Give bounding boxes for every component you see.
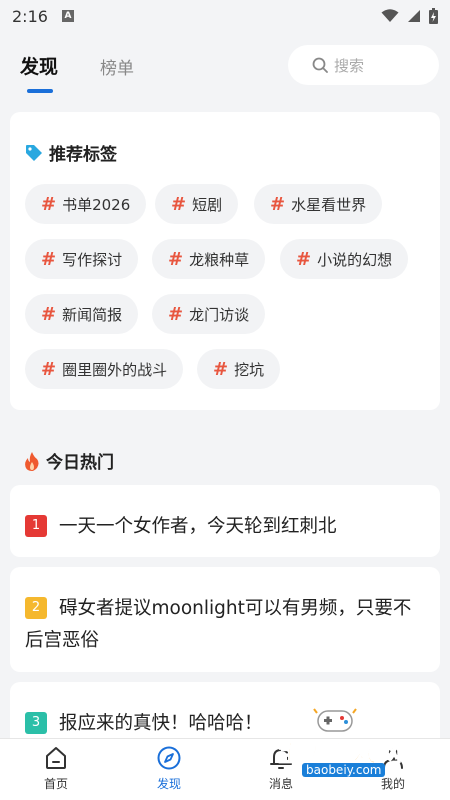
hash-icon: # xyxy=(168,248,184,270)
battery-icon xyxy=(429,8,438,24)
hot-item-text: 一天一个女作者，今天轮到红刺北 xyxy=(59,516,337,537)
tags-section-title: 推荐标签 xyxy=(25,140,117,165)
hash-icon: # xyxy=(41,248,57,270)
hot-title-text: 今日热门 xyxy=(46,453,114,473)
hash-icon: # xyxy=(171,193,187,215)
status-notification-icon: A xyxy=(61,10,74,22)
search-icon xyxy=(312,57,328,73)
hash-icon: # xyxy=(270,193,286,215)
active-tab-indicator xyxy=(27,89,53,93)
status-time: 2:16 xyxy=(12,6,48,26)
nav-messages[interactable]: 消息 xyxy=(241,739,321,800)
tag-chip[interactable]: # 新闻简报 xyxy=(25,294,139,334)
user-icon xyxy=(383,748,403,769)
hash-icon: # xyxy=(296,248,312,270)
tag-label: 小说的幻想 xyxy=(317,250,393,269)
tag-label: 挖坑 xyxy=(234,360,265,379)
tag-label: 新闻简报 xyxy=(62,305,123,324)
hot-section-title: 今日热门 xyxy=(24,448,114,473)
nav-label: 发现 xyxy=(156,777,181,791)
hash-icon: # xyxy=(168,303,184,325)
tag-chip[interactable]: # 短剧 xyxy=(155,184,239,224)
nav-profile[interactable]: 我的 xyxy=(353,739,433,800)
tag-label: 书单2026 xyxy=(62,195,131,214)
hash-icon: # xyxy=(213,358,229,380)
tag-chip[interactable]: # 小说的幻想 xyxy=(280,239,409,279)
nav-label: 消息 xyxy=(268,777,293,791)
home-icon xyxy=(46,747,66,769)
tag-label: 写作探讨 xyxy=(62,250,123,269)
hash-icon: # xyxy=(41,303,57,325)
nav-label: 我的 xyxy=(380,777,405,791)
rank-badge: 1 xyxy=(25,515,47,537)
nav-discover[interactable]: 发现 xyxy=(129,739,209,800)
hash-icon: # xyxy=(41,358,57,380)
tag-label: 水星看世界 xyxy=(291,195,367,214)
wifi-icon xyxy=(381,9,399,22)
tag-icon xyxy=(26,144,42,161)
tab-discover[interactable]: 发现 xyxy=(20,52,58,79)
status-bar: 2:16 A xyxy=(0,0,450,32)
hot-list-item[interactable]: 2 碍女者提议moonlight可以有男频，只要不后宫恶俗 xyxy=(10,567,440,672)
tag-chip[interactable]: # 书单2026 xyxy=(25,184,147,224)
tags-title-text: 推荐标签 xyxy=(49,145,117,165)
hot-item-text: 碍女者提议moonlight可以有男频，只要不后宫恶俗 xyxy=(25,598,412,651)
tag-label: 龙粮种草 xyxy=(189,250,250,269)
nav-home[interactable]: 首页 xyxy=(16,739,96,800)
tag-chip[interactable]: # 龙门访谈 xyxy=(152,294,266,334)
tag-chip[interactable]: # 挖坑 xyxy=(197,349,281,389)
tag-label: 短剧 xyxy=(192,195,223,214)
nav-label: 首页 xyxy=(43,777,68,791)
search-input[interactable]: 搜索 xyxy=(288,45,439,85)
bottom-navigation: 首页 发现 消息 我的 xyxy=(0,738,450,800)
tag-label: 龙门访谈 xyxy=(189,305,250,324)
rank-badge: 2 xyxy=(25,597,47,619)
bell-icon xyxy=(270,749,292,769)
recommended-tags-card: 推荐标签 # 书单2026 # 短剧 # 水星看世界 # 写作探讨 # 龙粮种草 # 小说的… xyxy=(10,112,440,410)
signal-icon xyxy=(408,10,420,22)
tag-chip[interactable]: # 圈里圈外的战斗 xyxy=(25,349,184,389)
tag-label: 圈里圈外的战斗 xyxy=(62,360,168,379)
rank-badge: 3 xyxy=(25,712,47,734)
hash-icon: # xyxy=(41,193,57,215)
tag-chip[interactable]: # 水星看世界 xyxy=(254,184,383,224)
tab-ranking[interactable]: 榜单 xyxy=(100,54,134,79)
top-header: 发现 榜单 搜索 xyxy=(0,32,450,100)
tag-chip[interactable]: # 写作探讨 xyxy=(25,239,139,279)
status-icons xyxy=(381,8,438,24)
tag-chip[interactable]: # 龙粮种草 xyxy=(152,239,266,279)
hot-item-text: 报应来的真快！哈哈哈！ xyxy=(59,713,263,734)
hot-list-item[interactable]: 1 一天一个女作者，今天轮到红刺北 xyxy=(10,485,440,557)
fire-icon xyxy=(25,451,39,471)
search-placeholder: 搜索 xyxy=(334,56,365,75)
compass-icon xyxy=(157,746,181,770)
